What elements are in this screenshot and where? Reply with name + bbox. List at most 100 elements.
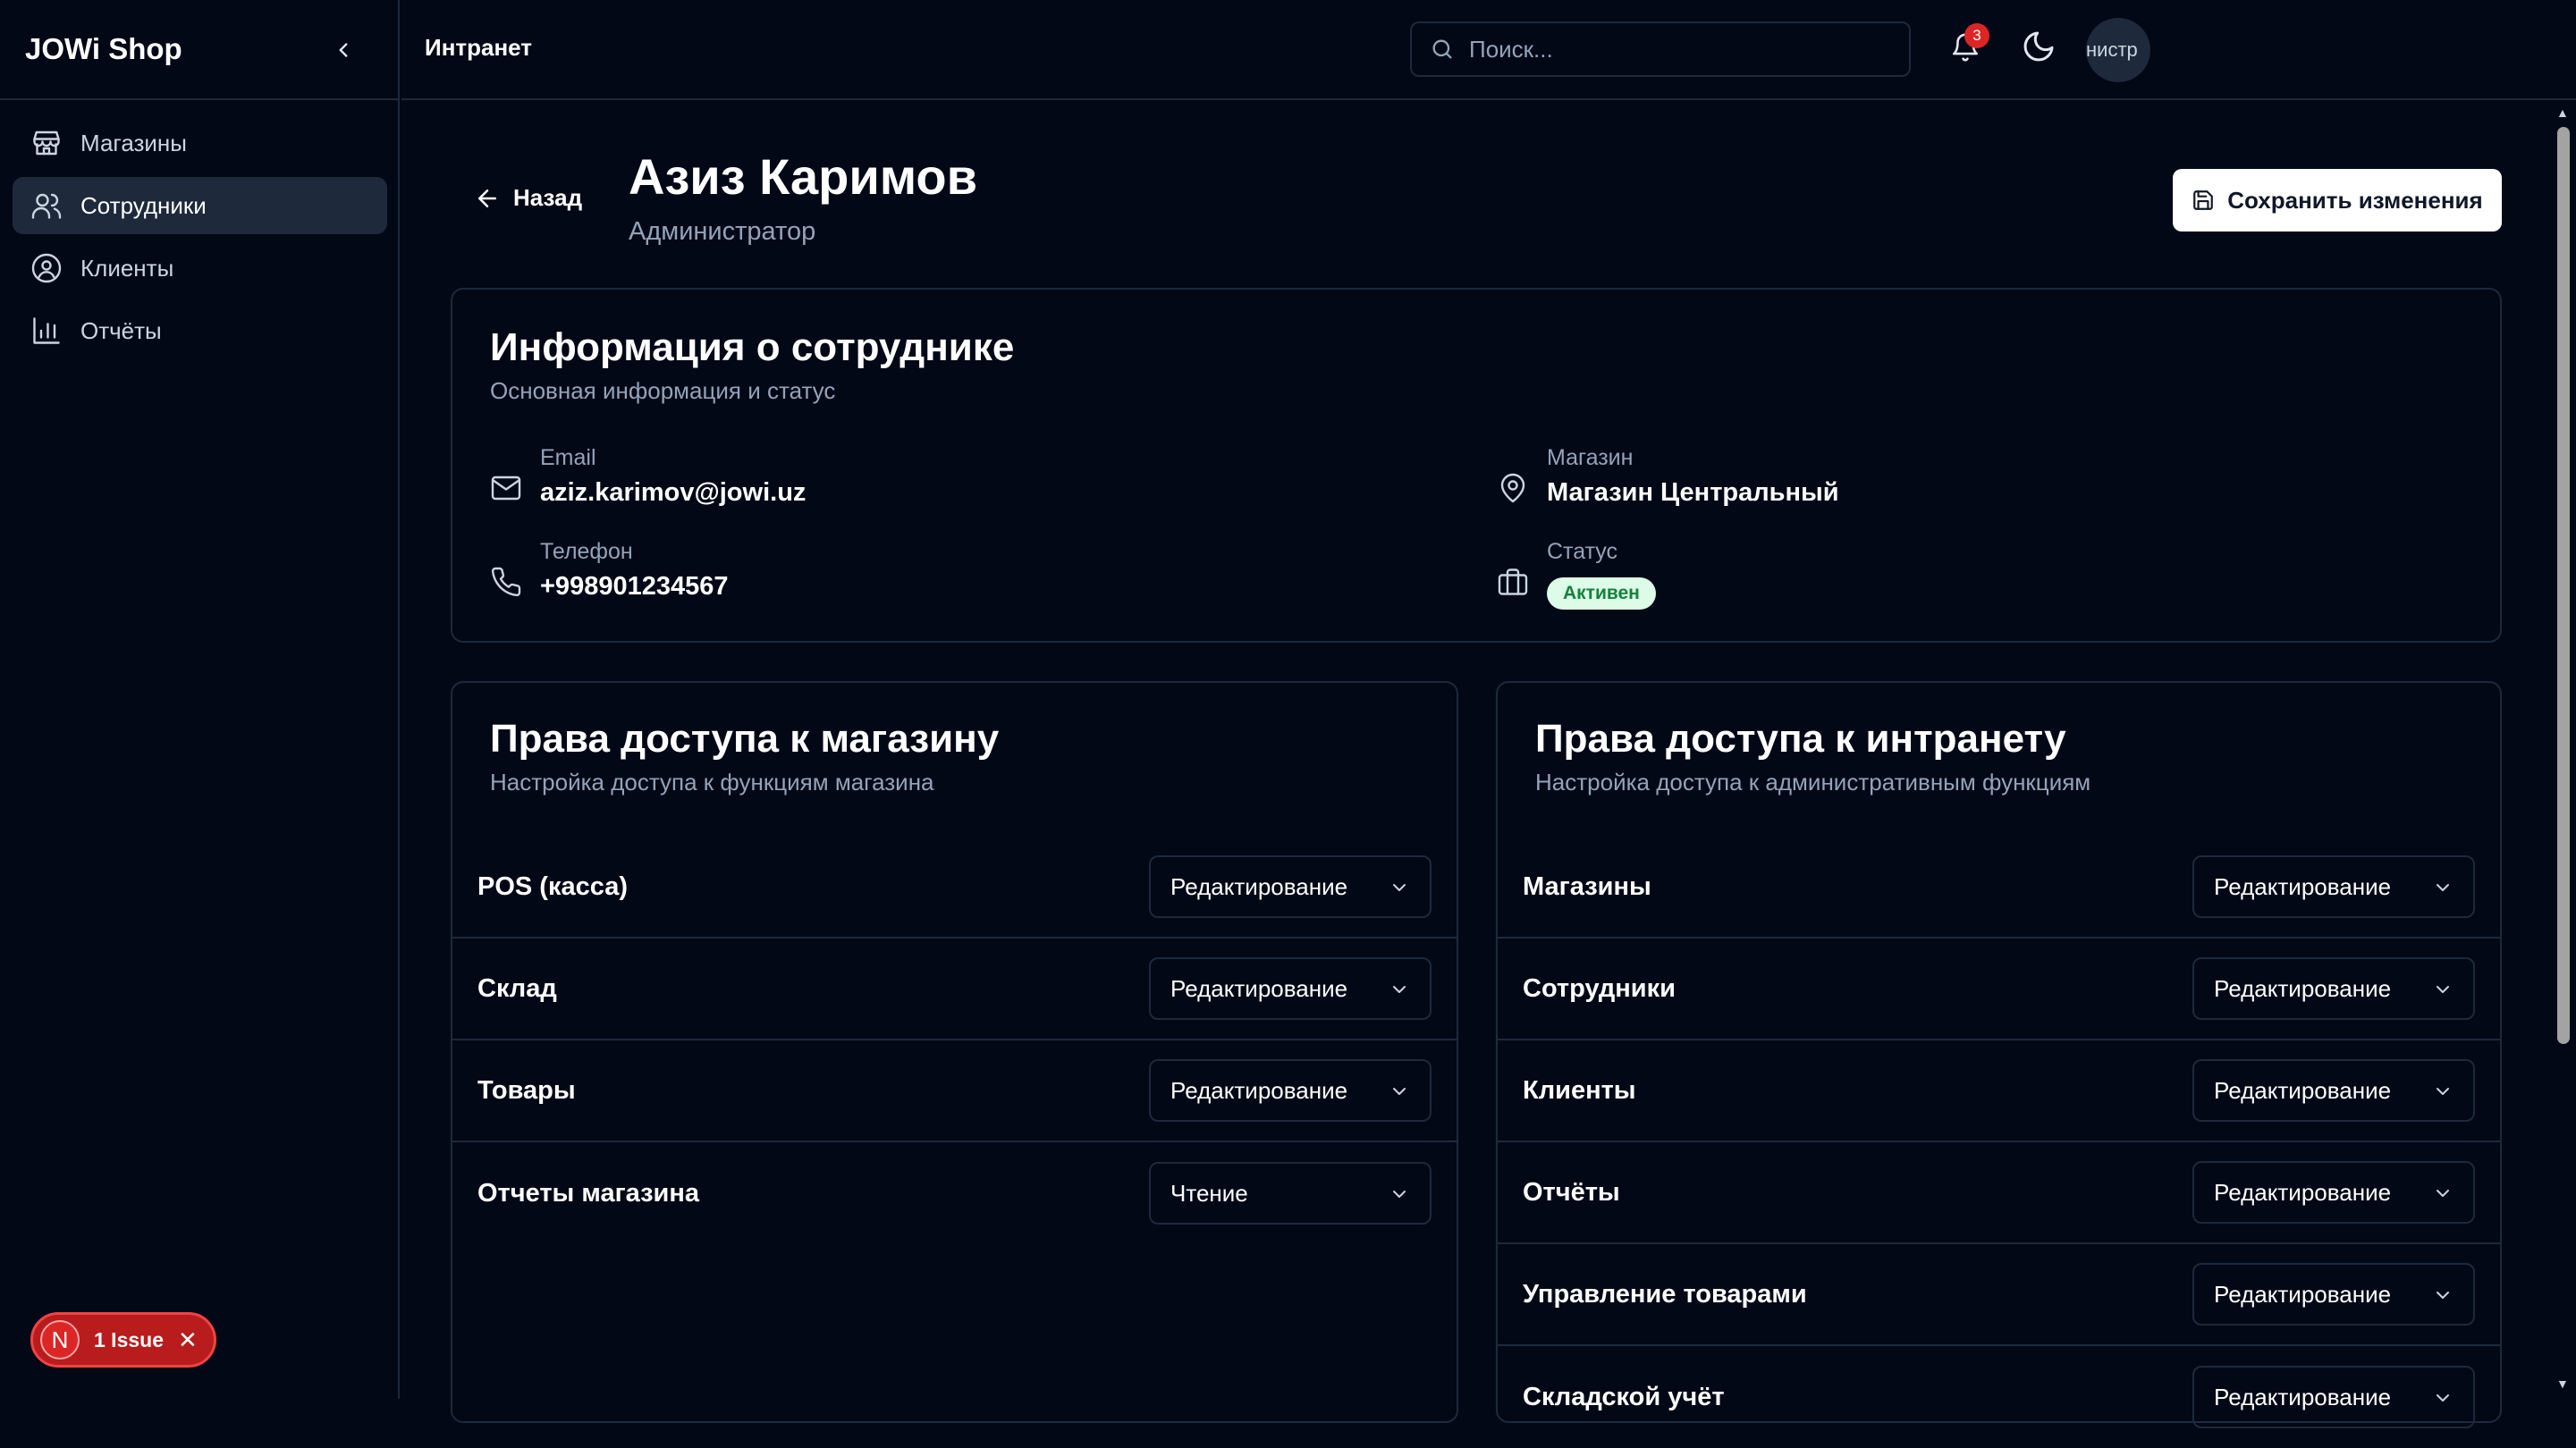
status-info: Статус Активен [1497,539,1656,610]
permission-name: Отчеты магазина [477,1178,700,1208]
sidebar-item-clients[interactable]: Клиенты [13,240,387,297]
permission-select[interactable]: Редактирование [2192,957,2475,1020]
arrow-left-icon [478,189,496,207]
phone-info: Телефон +998901234567 [490,539,728,602]
chevron-down-icon [2437,884,2449,891]
permission-select[interactable]: Редактирование [1149,855,1432,918]
store-icon [33,130,60,156]
permission-row: Склад Редактирование [452,939,1457,1040]
page-title: Азиз Каримов [629,148,978,205]
permission-name: POS (касса) [477,871,628,901]
permission-select[interactable]: Чтение [1149,1162,1432,1225]
card-title: Права доступа к магазину [490,717,1000,761]
select-value: Чтение [1170,1179,1248,1207]
card-subtitle: Настройка доступа к функциям магазина [490,769,934,796]
avatar[interactable]: нистр [2086,18,2150,82]
select-value: Редактирование [1170,974,1348,1002]
permission-row: POS (касса) Редактирование [452,837,1457,939]
breadcrumb[interactable]: Интранет [425,34,532,62]
intranet-permissions-card: Права доступа к интранету Настройка дост… [1496,681,2502,1428]
permission-name: Магазины [1523,871,1651,901]
chevron-down-icon [2437,1394,2449,1402]
permission-name: Клиенты [1523,1075,1636,1105]
card-title: Права доступа к интранету [1535,717,2066,761]
sidebar-item-label: Клиенты [80,254,174,282]
close-icon[interactable]: ✕ [178,1326,198,1354]
scroll-up-arrow-icon[interactable]: ▲ [2556,105,2569,120]
select-value: Редактирование [2214,1076,2392,1104]
mail-icon [491,476,521,501]
chevron-down-icon [2437,1292,2449,1299]
search-icon [1432,39,1452,59]
sidebar-item-label: Сотрудники [80,191,207,219]
sidebar: JOWi Shop Магазины Сотрудники Клиенты От… [0,0,400,1399]
permission-row: Отчеты магазина Чтение [452,1142,1457,1244]
permission-select[interactable]: Редактирование [2192,1263,2475,1326]
search-input[interactable]: Поиск... [1410,21,1911,77]
permission-name: Товары [477,1075,576,1105]
permission-select[interactable]: Редактирование [2192,1161,2475,1224]
chevron-left-icon [339,43,348,57]
select-value: Редактирование [2214,974,2392,1002]
phone-value: +998901234567 [540,572,729,601]
permission-select[interactable]: Редактирование [1149,957,1432,1020]
back-button[interactable]: Назад [474,184,582,212]
permission-row: Магазины Редактирование [1498,837,2500,939]
chevron-down-icon [1393,1191,1406,1198]
chevron-down-icon [1393,884,1406,891]
collapse-sidebar-button[interactable] [327,34,359,66]
back-label: Назад [513,184,583,211]
sidebar-item-label: Отчёты [80,316,162,344]
employee-info-card: Информация о сотруднике Основная информа… [451,288,2502,643]
select-value: Редактирование [2214,872,2392,900]
status-badge: Активен [1547,577,1656,610]
moon-icon [2023,31,2054,62]
select-value: Редактирование [1170,872,1348,900]
sidebar-item-employees[interactable]: Сотрудники [13,177,387,234]
issues-badge[interactable]: N 1 Issue ✕ [30,1312,216,1368]
chevron-down-icon [1393,1088,1406,1095]
save-label: Сохранить изменения [2227,186,2483,214]
select-value: Редактирование [2214,1383,2392,1410]
sidebar-item-label: Магазины [80,129,187,156]
email-value: aziz.karimov@jowi.uz [540,478,807,507]
sidebar-divider [0,98,400,100]
page-subtitle: Администратор [629,217,816,246]
chevron-down-icon [1393,986,1406,993]
select-value: Редактирование [2214,1280,2392,1308]
brand-logo[interactable]: JOWi Shop [25,32,182,66]
chevron-down-icon [2437,1190,2449,1197]
map-pin-icon [1500,473,1525,503]
email-info: Email aziz.karimov@jowi.uz [490,445,806,508]
permission-row: Сотрудники Редактирование [1498,939,2500,1040]
sidebar-item-stores[interactable]: Магазины [13,114,387,172]
scroll-down-arrow-icon[interactable]: ▼ [2556,1376,2569,1391]
permission-row: Отчёты Редактирование [1498,1142,2500,1244]
bar-chart-icon [33,317,60,344]
permission-select[interactable]: Редактирование [2192,855,2475,918]
store-label: Магазин [1547,445,1634,470]
permission-name: Склад [477,973,557,1003]
permission-select[interactable]: Редактирование [1149,1059,1432,1122]
store-permissions-card: Права доступа к магазину Настройка досту… [451,681,1458,1423]
permission-name: Складской учёт [1523,1382,1725,1411]
chevron-down-icon [2437,986,2449,993]
select-value: Редактирование [1170,1076,1348,1104]
permission-select[interactable]: Редактирование [2192,1366,2475,1428]
issue-label: 1 Issue [94,1327,164,1351]
permission-name: Управление товарами [1523,1279,1807,1309]
sidebar-nav: Магазины Сотрудники Клиенты Отчёты [13,114,387,365]
chevron-down-icon [2437,1088,2449,1095]
briefcase-icon [1498,568,1528,595]
card-subtitle: Настройка доступа к административным фун… [1535,769,2091,796]
sidebar-item-reports[interactable]: Отчёты [13,302,387,359]
issue-avatar: N [40,1320,80,1360]
scrollbar-thumb[interactable] [2557,127,2570,1044]
permission-row: Товары Редактирование [452,1040,1457,1142]
save-icon [2193,190,2214,210]
theme-toggle-button[interactable] [2021,29,2057,64]
save-button[interactable]: Сохранить изменения [2173,169,2502,232]
permission-row: Клиенты Редактирование [1498,1040,2500,1142]
phone-label: Телефон [540,539,633,564]
permission-select[interactable]: Редактирование [2192,1059,2475,1122]
